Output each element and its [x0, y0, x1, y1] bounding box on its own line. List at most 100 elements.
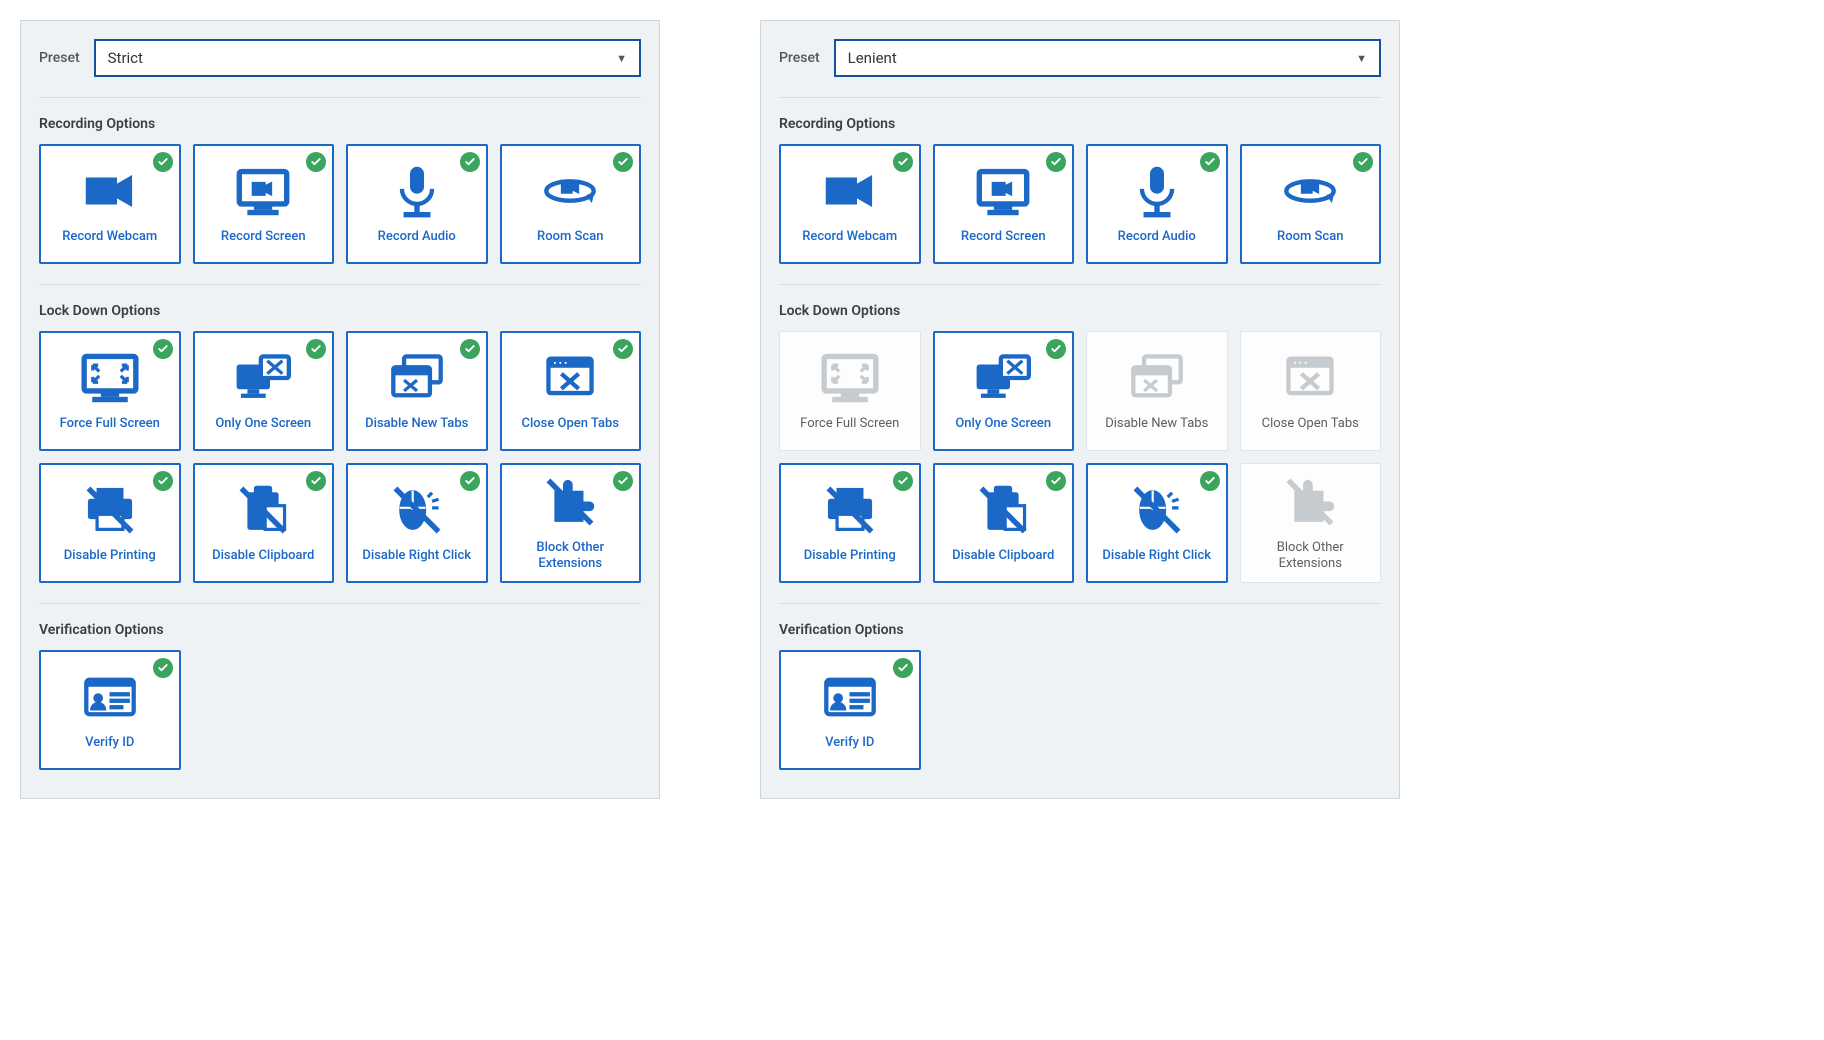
id-card-icon — [818, 669, 882, 725]
section-title: Verification Options — [39, 622, 641, 638]
preset-select[interactable]: Strict ▼ — [94, 39, 641, 77]
check-icon — [153, 339, 173, 359]
section-title: Recording Options — [39, 116, 641, 132]
no-new-tabs-icon — [385, 350, 449, 406]
option-tile-disable-new-tabs[interactable]: Disable New Tabs — [346, 331, 488, 451]
option-tile-force-full-screen[interactable]: Force Full Screen — [779, 331, 921, 451]
one-screen-icon — [231, 350, 295, 406]
option-tile-block-other-extensions[interactable]: Block Other Extensions — [500, 463, 642, 583]
tile-grid: Verify ID — [779, 650, 1381, 770]
check-icon — [613, 471, 633, 491]
section-verification: Verification Options Verify ID — [39, 622, 641, 770]
option-tile-disable-clipboard[interactable]: Disable Clipboard — [193, 463, 335, 583]
option-tile-close-open-tabs[interactable]: Close Open Tabs — [500, 331, 642, 451]
chevron-down-icon: ▼ — [616, 52, 627, 65]
monitor-cam-icon — [971, 163, 1035, 219]
preset-label: Preset — [779, 50, 820, 66]
tile-label: Disable New Tabs — [365, 416, 468, 432]
tile-label: Record Webcam — [802, 229, 897, 245]
option-tile-verify-id[interactable]: Verify ID — [779, 650, 921, 770]
option-tile-disable-right-click[interactable]: Disable Right Click — [1086, 463, 1228, 583]
tile-label: Disable Printing — [64, 548, 156, 564]
check-icon — [1046, 339, 1066, 359]
option-tile-record-audio[interactable]: Record Audio — [1086, 144, 1228, 264]
section-title: Lock Down Options — [779, 303, 1381, 319]
no-extensions-icon — [1278, 474, 1342, 530]
tile-label: Only One Screen — [215, 416, 311, 432]
check-icon — [1353, 152, 1373, 172]
tile-label: Record Audio — [378, 229, 456, 245]
option-tile-only-one-screen[interactable]: Only One Screen — [193, 331, 335, 451]
section-lockdown: Lock Down Options Force Full Screen Only … — [779, 303, 1381, 604]
check-icon — [1200, 152, 1220, 172]
no-print-icon — [818, 482, 882, 538]
option-tile-disable-printing[interactable]: Disable Printing — [39, 463, 181, 583]
section-lockdown: Lock Down Options Force Full Screen Only … — [39, 303, 641, 604]
tile-label: Disable Right Click — [362, 548, 471, 564]
option-tile-only-one-screen[interactable]: Only One Screen — [933, 331, 1075, 451]
tile-label: Record Audio — [1118, 229, 1196, 245]
camera-icon — [78, 163, 142, 219]
tile-label: Verify ID — [85, 735, 134, 751]
section-title: Verification Options — [779, 622, 1381, 638]
panel-lenient: Preset Lenient ▼ Recording Options Recor… — [760, 20, 1400, 799]
option-tile-room-scan[interactable]: Room Scan — [1240, 144, 1382, 264]
mic-icon — [1125, 163, 1189, 219]
no-print-icon — [78, 482, 142, 538]
option-tile-disable-new-tabs[interactable]: Disable New Tabs — [1086, 331, 1228, 451]
tile-grid: Force Full Screen Only One Screen Disable … — [39, 331, 641, 604]
option-tile-record-webcam[interactable]: Record Webcam — [779, 144, 921, 264]
option-tile-record-screen[interactable]: Record Screen — [933, 144, 1075, 264]
no-extensions-icon — [538, 474, 602, 530]
one-screen-icon — [971, 350, 1035, 406]
option-tile-disable-printing[interactable]: Disable Printing — [779, 463, 921, 583]
check-icon — [1046, 152, 1066, 172]
close-tabs-icon — [1278, 350, 1342, 406]
check-icon — [306, 339, 326, 359]
no-new-tabs-icon — [1125, 350, 1189, 406]
check-icon — [153, 471, 173, 491]
preset-value: Strict — [108, 49, 143, 67]
check-icon — [153, 152, 173, 172]
panel-strict: Preset Strict ▼ Recording Options Record… — [20, 20, 660, 799]
option-tile-disable-clipboard[interactable]: Disable Clipboard — [933, 463, 1075, 583]
option-tile-record-screen[interactable]: Record Screen — [193, 144, 335, 264]
no-right-click-icon — [385, 482, 449, 538]
fullscreen-icon — [78, 350, 142, 406]
mic-icon — [385, 163, 449, 219]
check-icon — [460, 471, 480, 491]
option-tile-room-scan[interactable]: Room Scan — [500, 144, 642, 264]
preset-value: Lenient — [848, 49, 897, 67]
preset-label: Preset — [39, 50, 80, 66]
check-icon — [306, 152, 326, 172]
tile-label: Disable Clipboard — [212, 548, 314, 564]
option-tile-record-audio[interactable]: Record Audio — [346, 144, 488, 264]
tile-label: Block Other Extensions — [1248, 540, 1373, 571]
preset-select[interactable]: Lenient ▼ — [834, 39, 1381, 77]
option-tile-block-other-extensions[interactable]: Block Other Extensions — [1240, 463, 1382, 583]
check-icon — [893, 471, 913, 491]
tile-grid: Record Webcam Record Screen Record Audio Ro… — [39, 144, 641, 285]
option-tile-disable-right-click[interactable]: Disable Right Click — [346, 463, 488, 583]
tile-label: Only One Screen — [955, 416, 1051, 432]
option-tile-verify-id[interactable]: Verify ID — [39, 650, 181, 770]
check-icon — [1200, 471, 1220, 491]
tile-label: Disable Printing — [804, 548, 896, 564]
tile-label: Record Screen — [221, 229, 306, 245]
room-scan-icon — [538, 163, 602, 219]
tile-label: Disable Clipboard — [952, 548, 1054, 564]
camera-icon — [818, 163, 882, 219]
option-tile-close-open-tabs[interactable]: Close Open Tabs — [1240, 331, 1382, 451]
tile-label: Close Open Tabs — [521, 416, 619, 432]
tile-label: Force Full Screen — [800, 416, 899, 432]
check-icon — [1046, 471, 1066, 491]
tile-label: Verify ID — [825, 735, 874, 751]
fullscreen-icon — [818, 350, 882, 406]
tile-label: Room Scan — [1277, 229, 1343, 245]
section-title: Lock Down Options — [39, 303, 641, 319]
option-tile-record-webcam[interactable]: Record Webcam — [39, 144, 181, 264]
tile-grid: Force Full Screen Only One Screen Disable … — [779, 331, 1381, 604]
close-tabs-icon — [538, 350, 602, 406]
option-tile-force-full-screen[interactable]: Force Full Screen — [39, 331, 181, 451]
no-clipboard-icon — [231, 482, 295, 538]
